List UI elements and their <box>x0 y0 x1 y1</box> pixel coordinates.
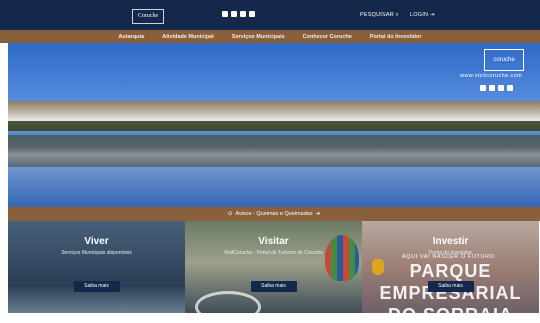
alerts-bar[interactable]: ⊙ Avisos - Queimas e Queimadas ➜ <box>8 207 540 221</box>
youtube-icon[interactable] <box>498 85 504 91</box>
main-nav: Autarquia Atividade Municipal Serviços M… <box>0 30 540 43</box>
alerts-text: Avisos - Queimas e Queimadas <box>235 211 313 217</box>
nav-item-atividade-municipal[interactable]: Atividade Municipal <box>162 34 214 40</box>
coruche-logo[interactable]: Coruche <box>132 9 164 24</box>
login-icon: ⇥ <box>429 12 435 18</box>
card-investir[interactable]: AQUI VAI NASCER O FUTURO PARQUE EMPRESAR… <box>362 221 539 313</box>
nav-item-conhecer-coruche[interactable]: Conhecer Coruche <box>303 34 352 40</box>
instagram-icon[interactable] <box>489 85 495 91</box>
bullring-image <box>195 291 261 313</box>
facebook-icon[interactable] <box>222 11 228 17</box>
card-title: Viver <box>84 236 109 247</box>
hero-url[interactable]: www.visitcoruche.com <box>460 73 522 79</box>
nav-item-servicos-municipais[interactable]: Serviços Municipais <box>232 34 285 40</box>
saiba-mais-button[interactable]: Saiba mais <box>427 281 474 292</box>
instagram-icon[interactable] <box>231 11 237 17</box>
hero-carousel[interactable]: coruche www.visitcoruche.com <box>8 43 540 207</box>
card-title: Visitar <box>258 236 289 247</box>
hero-coruche-logo: coruche <box>484 49 524 71</box>
login-button[interactable]: LOGIN ⇥ <box>410 12 435 18</box>
card-subtitle: Portal do Investidor <box>428 250 473 256</box>
tripadvisor-icon[interactable] <box>507 85 513 91</box>
feature-cards: Viver Serviços Municipais disponíveis Sa… <box>8 221 540 313</box>
search-label: PESQUISAR <box>360 12 394 18</box>
login-label: LOGIN <box>410 12 429 18</box>
overlay-line: DO SORRAIA <box>362 305 539 313</box>
saiba-mais-button[interactable]: Saiba mais <box>250 281 297 292</box>
card-viver[interactable]: Viver Serviços Municipais disponíveis Sa… <box>8 221 185 313</box>
overlay-line: PARQUE <box>409 261 492 281</box>
twitter-icon[interactable] <box>240 11 246 17</box>
card-title: Investir <box>432 236 469 247</box>
nav-item-autarquia[interactable]: Autarquia <box>118 34 144 40</box>
alert-icon: ⊙ <box>227 211 233 217</box>
card-subtitle: VisitCoruche - Portal de Turismo de Coru… <box>223 250 324 256</box>
top-bar: Coruche PESQUISAR ⌕ LOGIN ⇥ <box>0 0 540 30</box>
social-links <box>222 11 255 17</box>
search-button[interactable]: PESQUISAR ⌕ <box>360 12 399 19</box>
river-reflection <box>8 135 540 167</box>
search-icon: ⌕ <box>395 12 399 18</box>
saiba-mais-button[interactable]: Saiba mais <box>73 281 120 292</box>
youtube-icon[interactable] <box>249 11 255 17</box>
hero-social-links <box>480 85 513 91</box>
arrow-right-icon: ➜ <box>315 211 321 217</box>
nav-item-portal-investidor[interactable]: Portal do Investidor <box>370 34 422 40</box>
card-visitar[interactable]: Visitar VisitCoruche - Portal de Turismo… <box>185 221 362 313</box>
riverbank-trees <box>8 121 540 131</box>
facebook-icon[interactable] <box>480 85 486 91</box>
card-subtitle: Serviços Municipais disponíveis <box>61 250 132 256</box>
